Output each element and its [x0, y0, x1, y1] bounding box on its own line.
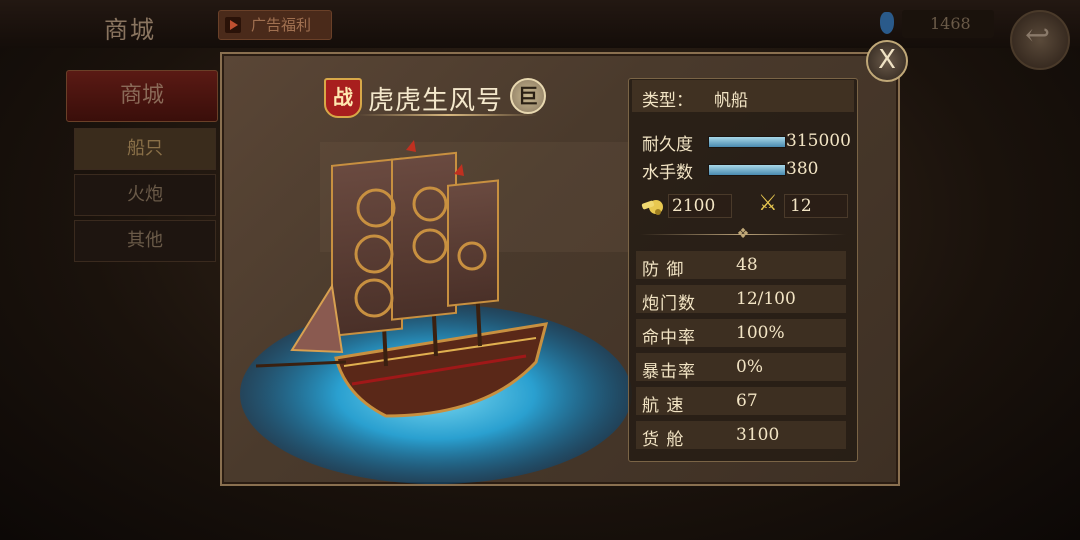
ad-reward-label: 广告福利 [251, 16, 312, 34]
durability-bar-fill [709, 137, 785, 147]
type-value: 帆船 [714, 91, 748, 111]
stat-value: 100% [736, 323, 785, 343]
cannon-icon [641, 200, 663, 215]
sailors-value: 380 [786, 159, 819, 179]
sailors-bar [708, 164, 786, 176]
stat-label: 防 御 [642, 260, 685, 280]
stat-value: 3100 [736, 425, 780, 445]
crossed-swords-icon: ⚔ [758, 191, 778, 216]
stat-value: 67 [736, 391, 758, 411]
page-title: 商城 [104, 16, 156, 44]
sidebar-item-other[interactable]: 其他 [74, 220, 216, 262]
sidebar-header[interactable]: 商城 [66, 70, 218, 122]
sailors-label: 水手数 [642, 163, 693, 183]
back-button[interactable] [1010, 10, 1070, 70]
stat-value: 12/100 [736, 289, 796, 309]
ship-illustration [240, 140, 632, 484]
divider-ornament: ❖ [736, 226, 750, 242]
ship-name: 虎虎生风号 [368, 86, 504, 116]
durability-bar [708, 136, 786, 148]
play-icon [225, 17, 241, 33]
sailors-bar-fill [709, 165, 785, 175]
currency-amount: 1468 [930, 14, 971, 33]
name-underline [358, 114, 538, 116]
stat-label: 航 速 [642, 396, 685, 416]
currency-icon [880, 12, 894, 34]
stat-label: 炮门数 [642, 294, 696, 314]
combat-badge: 战 [324, 78, 362, 118]
close-button[interactable]: X [866, 40, 908, 82]
ad-reward-button[interactable]: 广告福利 [218, 10, 332, 40]
stat-value: 0% [736, 357, 763, 377]
stat-label: 货 舱 [642, 430, 685, 450]
sidebar-item-ships[interactable]: 船只 [74, 128, 216, 170]
stat-label: 暴击率 [642, 362, 696, 382]
size-badge: 巨 [510, 78, 546, 114]
stat-value: 48 [736, 255, 758, 275]
durability-value: 315000 [786, 131, 851, 151]
stat-label: 命中率 [642, 328, 696, 348]
cannon-power-value: 2100 [672, 196, 716, 216]
sidebar-item-cannons[interactable]: 火炮 [74, 174, 216, 216]
durability-label: 耐久度 [642, 135, 693, 155]
type-label: 类型： [642, 91, 693, 111]
melee-power-value: 12 [790, 196, 812, 216]
